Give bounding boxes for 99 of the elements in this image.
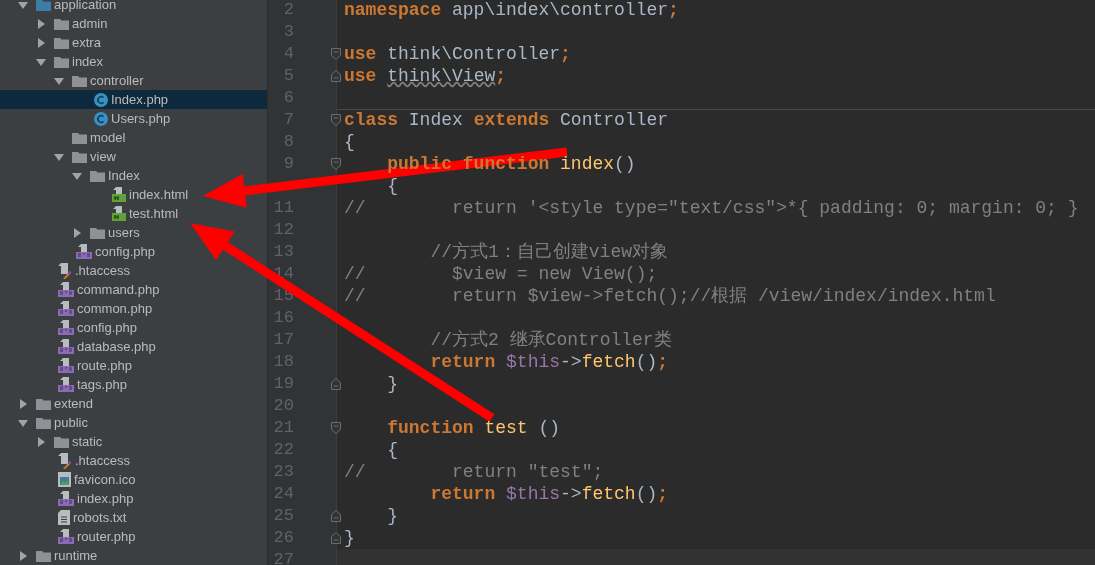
- folder-icon: [90, 226, 105, 239]
- tree-item[interactable]: controller: [0, 71, 148, 90]
- code-line: use think\View;: [344, 64, 507, 88]
- fold-icon[interactable]: [331, 158, 341, 170]
- feather-file-icon: [58, 262, 72, 279]
- fold-icon[interactable]: [331, 422, 341, 434]
- code-line: // return '<style type="text/css">*{ padding: 0; margin: 0; }: [344, 196, 1079, 220]
- code-line: function test (): [386, 416, 561, 440]
- php-file-icon: [76, 244, 92, 259]
- folder-icon: [54, 36, 69, 49]
- php-file-icon: [58, 529, 74, 544]
- fold-icon[interactable]: [331, 48, 341, 60]
- folder-icon: [36, 0, 51, 11]
- code-line: return $this->fetch();: [429, 350, 669, 374]
- expanded-arrow-icon[interactable]: [54, 151, 64, 162]
- tree-item[interactable]: extend: [0, 394, 98, 413]
- code-line: //方式1：自己创建view对象: [429, 240, 669, 264]
- code-line: }: [386, 372, 398, 396]
- tree-item[interactable]: model: [0, 128, 130, 147]
- tree-item[interactable]: router.php: [0, 527, 140, 546]
- tree-item[interactable]: application: [0, 0, 121, 14]
- tree-item[interactable]: common.php: [0, 299, 157, 318]
- php-file-icon: [58, 339, 74, 354]
- expanded-arrow-icon[interactable]: [72, 170, 82, 181]
- collapsed-arrow-icon[interactable]: [72, 227, 82, 238]
- collapsed-arrow-icon[interactable]: [36, 37, 46, 48]
- code-line: {: [386, 438, 398, 462]
- code-line: }: [386, 504, 398, 528]
- expanded-arrow-icon[interactable]: [18, 0, 28, 10]
- tree-item[interactable]: test.html: [0, 204, 183, 223]
- class-icon: [94, 92, 108, 107]
- code-line: return $this->fetch();: [429, 482, 669, 506]
- collapsed-arrow-icon[interactable]: [18, 550, 28, 561]
- code-line: // return $view->fetch();//根据 /view/index/index.html: [344, 284, 996, 308]
- code-line: namespace app\index\controller;: [344, 0, 679, 22]
- tree-item[interactable]: .htaccess: [0, 261, 134, 280]
- class-icon: [94, 111, 108, 126]
- expanded-arrow-icon[interactable]: [18, 417, 28, 428]
- fold-icon[interactable]: [331, 70, 341, 82]
- folder-icon: [72, 150, 87, 163]
- tree-item[interactable]: database.php: [0, 337, 160, 356]
- fold-icon[interactable]: [331, 532, 341, 544]
- collapsed-arrow-icon[interactable]: [36, 436, 46, 447]
- text-file-icon: [58, 510, 70, 525]
- tree-item[interactable]: .htaccess: [0, 451, 134, 470]
- fold-icon[interactable]: [331, 510, 341, 522]
- code-line: class Index extends Controller: [344, 109, 669, 132]
- html-file-icon: [112, 206, 126, 221]
- code-line: {: [386, 174, 398, 198]
- code-line: use think\Controller;: [344, 42, 571, 66]
- php-file-icon: [58, 282, 74, 297]
- collapsed-arrow-icon[interactable]: [36, 18, 46, 29]
- tree-item[interactable]: config.php: [0, 242, 159, 261]
- php-file-icon: [58, 358, 74, 373]
- tree-item[interactable]: config.php: [0, 318, 141, 337]
- tree-item[interactable]: command.php: [0, 280, 164, 299]
- tree-item[interactable]: extra: [0, 33, 105, 52]
- tree-item[interactable]: Index.php: [0, 90, 267, 109]
- folder-icon: [90, 169, 105, 182]
- folder-icon: [36, 397, 51, 410]
- folder-icon: [54, 435, 69, 448]
- code-line: }: [344, 526, 355, 550]
- tree-item[interactable]: Users.php: [0, 109, 175, 128]
- code-line: // return "test";: [344, 460, 604, 484]
- tree-item[interactable]: favicon.ico: [0, 470, 140, 489]
- tree-item[interactable]: robots.txt: [0, 508, 131, 527]
- image-file-icon: [58, 472, 71, 487]
- tree-item[interactable]: tags.php: [0, 375, 131, 394]
- html-file-icon: [112, 187, 126, 202]
- folder-icon: [54, 17, 69, 30]
- code-line: //方式2 继承Controller类: [429, 328, 672, 352]
- tree-item[interactable]: view: [0, 147, 120, 166]
- tree-item[interactable]: static: [0, 432, 107, 451]
- php-file-icon: [58, 301, 74, 316]
- php-file-icon: [58, 491, 74, 506]
- folder-icon: [72, 131, 87, 144]
- fold-icon[interactable]: [331, 114, 341, 126]
- expanded-arrow-icon[interactable]: [36, 56, 46, 67]
- tree-item[interactable]: public: [0, 413, 92, 432]
- php-file-icon: [58, 320, 74, 335]
- expanded-arrow-icon[interactable]: [54, 75, 64, 86]
- code-line: {: [344, 130, 355, 154]
- fold-icon[interactable]: [331, 378, 341, 390]
- folder-icon: [72, 74, 87, 87]
- feather-file-icon: [58, 452, 72, 469]
- tree-item[interactable]: index: [0, 52, 108, 71]
- tree-item[interactable]: route.php: [0, 356, 136, 375]
- tree-item[interactable]: users: [0, 223, 144, 242]
- tree-item[interactable]: admin: [0, 14, 112, 33]
- collapsed-arrow-icon[interactable]: [18, 398, 28, 409]
- folder-icon: [36, 549, 51, 562]
- folder-icon: [36, 416, 51, 429]
- php-file-icon: [58, 377, 74, 392]
- folder-icon: [54, 55, 69, 68]
- code-line: // $view = new View();: [344, 262, 658, 286]
- tree-item[interactable]: index.html: [0, 185, 193, 204]
- tree-item[interactable]: index.php: [0, 489, 138, 508]
- tree-item[interactable]: runtime: [0, 546, 102, 565]
- tree-item[interactable]: Index: [0, 166, 144, 185]
